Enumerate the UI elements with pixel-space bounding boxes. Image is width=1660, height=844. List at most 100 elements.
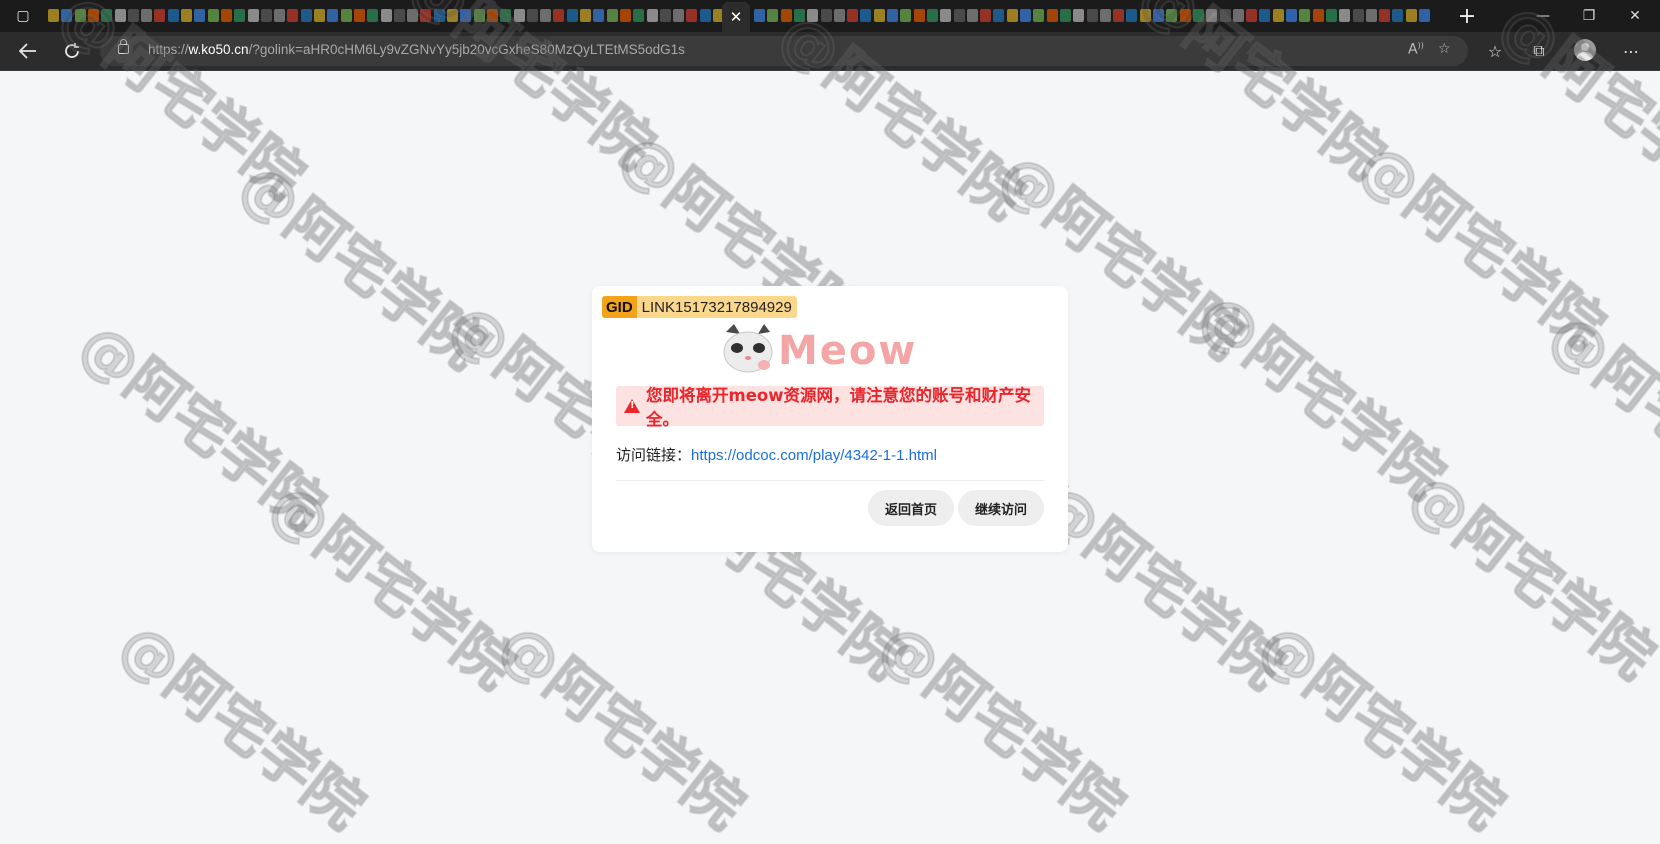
tab-favicon-icon[interactable] xyxy=(526,9,538,22)
tab-favicon-icon[interactable] xyxy=(234,9,246,22)
tab-favicon-icon[interactable] xyxy=(194,9,206,22)
tab-favicon-icon[interactable] xyxy=(913,9,925,22)
tab-favicon-icon[interactable] xyxy=(1139,9,1151,22)
tab-favicon-icon[interactable] xyxy=(606,9,618,22)
close-tab-icon[interactable]: ✕ xyxy=(730,8,743,26)
tab-favicon-icon[interactable] xyxy=(807,9,819,22)
tab-favicon-icon[interactable] xyxy=(1059,9,1071,22)
tab-favicon-icon[interactable] xyxy=(980,9,992,22)
tab-favicon-icon[interactable] xyxy=(1073,9,1085,22)
tab-favicon-icon[interactable] xyxy=(1033,9,1045,22)
collections-icon[interactable]: ⧉ xyxy=(1524,36,1554,66)
tab-favicon-icon[interactable] xyxy=(1192,9,1204,22)
tab-favicon-icon[interactable] xyxy=(580,9,591,22)
tab-favicon-icon[interactable] xyxy=(1325,9,1337,22)
tab-favicon-icon[interactable] xyxy=(873,9,885,22)
target-link[interactable]: https://odcoc.com/play/4342-1-1.html xyxy=(691,447,937,464)
more-icon[interactable]: ⋯ xyxy=(1616,36,1646,66)
tab-favicon-icon[interactable] xyxy=(593,9,605,22)
address-bar[interactable]: https://w.ko50.cn/?golink=aHR0cHM6Ly9vZG… xyxy=(100,36,1468,66)
tab-favicon-icon[interactable] xyxy=(940,9,952,22)
tab-favicon-icon[interactable] xyxy=(380,9,392,22)
back-icon[interactable] xyxy=(12,36,44,66)
tab-favicon-icon[interactable] xyxy=(473,9,485,22)
tab-favicon-icon[interactable] xyxy=(793,9,805,22)
tab-favicon-icon[interactable] xyxy=(460,9,472,22)
tab-favicon-icon[interactable] xyxy=(1312,9,1324,22)
tab-favicon-icon[interactable] xyxy=(780,9,792,22)
tab-favicon-icon[interactable] xyxy=(847,9,859,22)
tab-favicon-icon[interactable] xyxy=(659,9,671,22)
continue-button[interactable]: 继续访问 xyxy=(958,490,1044,526)
tab-favicon-icon[interactable] xyxy=(900,9,912,22)
tab-favicon-icon[interactable] xyxy=(1352,9,1364,22)
tab-favicon-icon[interactable] xyxy=(1086,9,1098,22)
tab-favicon-icon[interactable] xyxy=(1113,9,1125,22)
tab-favicon-icon[interactable] xyxy=(1259,9,1271,22)
tab-favicon-icon[interactable] xyxy=(1246,9,1258,22)
tab-favicon-icon[interactable] xyxy=(1153,9,1164,22)
tab-favicon-icon[interactable] xyxy=(754,9,765,22)
tab-favicon-icon[interactable] xyxy=(646,9,658,22)
tab-favicon-icon[interactable] xyxy=(767,9,779,22)
tab-favicon-icon[interactable] xyxy=(1099,9,1111,22)
tab-favicon-icon[interactable] xyxy=(300,9,312,22)
close-window-button[interactable]: ✕ xyxy=(1612,0,1658,32)
tab-favicon-icon[interactable] xyxy=(1286,9,1297,22)
sidebar-icon[interactable]: ▢ xyxy=(0,0,46,32)
tab-favicon-icon[interactable] xyxy=(993,9,1005,22)
tab-favicon-icon[interactable] xyxy=(619,9,631,22)
tab-favicon-icon[interactable] xyxy=(1379,9,1391,22)
tab-favicon-icon[interactable] xyxy=(566,9,578,22)
tab-favicon-icon[interactable] xyxy=(633,9,645,22)
tab-favicon-icon[interactable] xyxy=(1299,9,1311,22)
tab-favicon-icon[interactable] xyxy=(513,9,525,22)
tab-favicon-icon[interactable] xyxy=(220,9,232,22)
tab-favicon-icon[interactable] xyxy=(167,9,179,22)
tab-favicon-icon[interactable] xyxy=(486,9,498,22)
minimize-button[interactable]: — xyxy=(1520,0,1566,32)
refresh-icon[interactable] xyxy=(56,36,88,66)
tab-favicon-icon[interactable] xyxy=(1166,9,1178,22)
profile-icon[interactable] xyxy=(1574,39,1596,61)
add-favorite-icon[interactable]: ☆ xyxy=(1438,41,1451,57)
tab-favicon-icon[interactable] xyxy=(1046,9,1058,22)
tab-favicon-icon[interactable] xyxy=(860,9,872,22)
new-tab-button[interactable]: + xyxy=(1452,2,1482,30)
tab-favicon-icon[interactable] xyxy=(141,9,153,22)
tab-favicon-icon[interactable] xyxy=(274,9,286,22)
tab-favicon-icon[interactable] xyxy=(1392,9,1404,22)
tab-favicon-icon[interactable] xyxy=(699,9,711,22)
tab-favicon-icon[interactable] xyxy=(447,9,458,22)
tab-favicon-icon[interactable] xyxy=(1006,9,1018,22)
tab-favicon-icon[interactable] xyxy=(314,9,325,22)
tab-favicon-icon[interactable] xyxy=(966,9,978,22)
active-tab[interactable]: ✕ xyxy=(722,2,750,32)
tab-favicon-icon[interactable] xyxy=(407,9,419,22)
tab-favicon-icon[interactable] xyxy=(686,9,698,22)
restore-button[interactable]: ❐ xyxy=(1566,0,1612,32)
tab-favicon-icon[interactable] xyxy=(287,9,299,22)
tab-favicon-icon[interactable] xyxy=(61,9,73,22)
tab-favicon-icon[interactable] xyxy=(353,9,365,22)
tab-favicon-icon[interactable] xyxy=(1232,9,1244,22)
tab-favicon-icon[interactable] xyxy=(1272,9,1284,22)
tab-favicon-icon[interactable] xyxy=(1126,9,1138,22)
favorites-icon[interactable]: ☆ xyxy=(1480,36,1510,66)
tab-favicon-icon[interactable] xyxy=(207,9,219,22)
tab-favicon-icon[interactable] xyxy=(540,9,552,22)
read-aloud-icon[interactable]: A)) xyxy=(1408,41,1424,58)
tab-favicon-icon[interactable] xyxy=(181,9,192,22)
tab-favicon-icon[interactable] xyxy=(48,9,59,22)
tab-favicon-icon[interactable] xyxy=(673,9,685,22)
tab-favicon-icon[interactable] xyxy=(500,9,512,22)
tab-favicon-icon[interactable] xyxy=(114,9,126,22)
tab-favicon-icon[interactable] xyxy=(247,9,259,22)
tab-favicon-icon[interactable] xyxy=(887,9,898,22)
tab-favicon-icon[interactable] xyxy=(154,9,166,22)
tab-favicon-icon[interactable] xyxy=(340,9,352,22)
home-button[interactable]: 返回首页 xyxy=(868,490,954,526)
tab-favicon-icon[interactable] xyxy=(87,9,99,22)
tab-favicon-icon[interactable] xyxy=(1020,9,1031,22)
tab-favicon-icon[interactable] xyxy=(820,9,832,22)
